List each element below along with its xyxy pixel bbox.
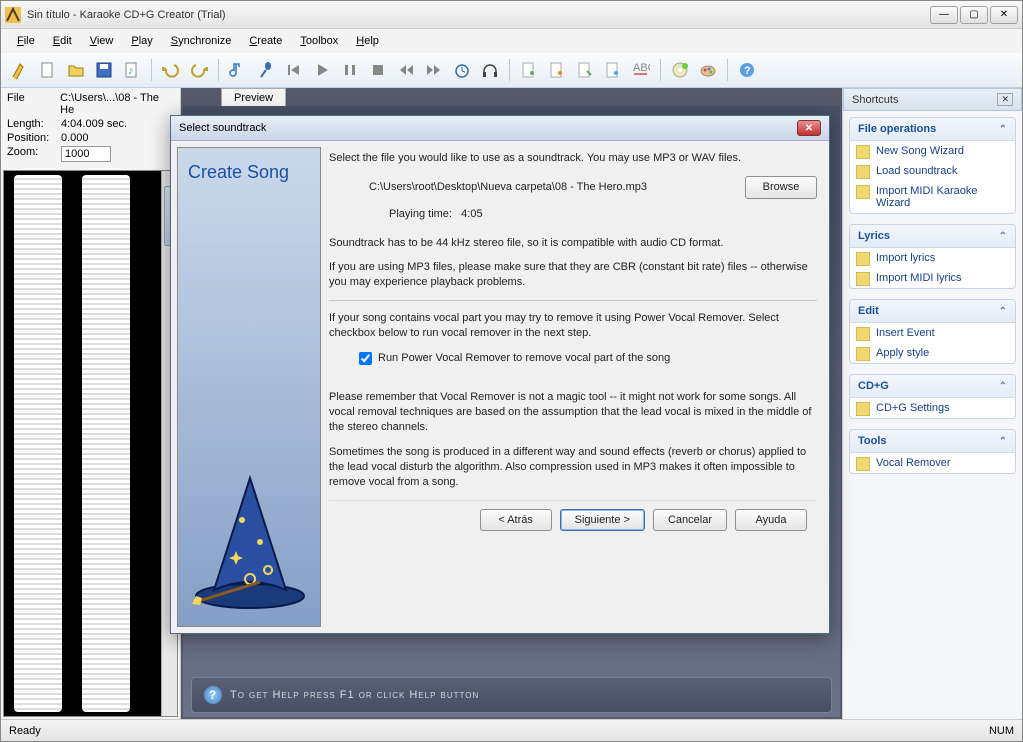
toolbar-disc[interactable]: [667, 57, 693, 83]
svg-text:♪: ♪: [128, 65, 134, 77]
toolbar-prev[interactable]: [393, 57, 419, 83]
toolbar-pause[interactable]: [337, 57, 363, 83]
shortcut-group-cd-g[interactable]: CD+G⌃: [850, 375, 1015, 398]
note-44khz: Soundtrack has to be 44 kHz stereo file,…: [329, 236, 817, 251]
file-value: C:\Users\...\08 - The He: [60, 92, 174, 116]
titlebar: Sin título - Karaoke CD+G Creator (Trial…: [1, 1, 1022, 29]
shortcuts-panel: Shortcuts ✕ File operations⌃New Song Wiz…: [842, 88, 1022, 719]
toolbar-note[interactable]: [225, 57, 251, 83]
vocal-intro: If your song contains vocal part you may…: [329, 311, 817, 341]
status-left: Ready: [9, 725, 41, 737]
run-vocal-remover-checkbox[interactable]: [359, 352, 372, 365]
menu-help[interactable]: Help: [348, 31, 387, 51]
dialog-title: Select soundtrack: [179, 122, 266, 134]
toolbar-next[interactable]: [421, 57, 447, 83]
playing-time-value: 4:05: [461, 208, 482, 220]
shortcut-group-tools[interactable]: Tools⌃: [850, 430, 1015, 453]
playing-time-label: Playing time:: [389, 208, 452, 220]
shortcut-item[interactable]: New Song Wizard: [850, 141, 1015, 161]
soundtrack-path: C:\Users\root\Desktop\Nueva carpeta\08 -…: [369, 180, 735, 195]
statusbar: Ready NUM: [1, 719, 1022, 741]
toolbar-doc-a[interactable]: [516, 57, 542, 83]
back-button[interactable]: < Atrás: [480, 509, 552, 532]
select-soundtrack-dialog: Select soundtrack ✕ Create Song Select t…: [170, 115, 830, 634]
menu-view[interactable]: View: [82, 31, 122, 51]
menubar: File Edit View Play Synchronize Create T…: [1, 29, 1022, 53]
toolbar-open[interactable]: [63, 57, 89, 83]
left-panel: File C:\Users\...\08 - The He Length: 4:04…: [1, 88, 181, 719]
shortcut-item[interactable]: Import MIDI lyrics: [850, 268, 1015, 288]
toolbar-music-file[interactable]: ♪: [119, 57, 145, 83]
minimize-button[interactable]: ―: [930, 6, 958, 24]
close-button[interactable]: ✕: [990, 6, 1018, 24]
menu-file[interactable]: File: [9, 31, 43, 51]
shortcut-item[interactable]: Vocal Remover: [850, 453, 1015, 473]
shortcut-item[interactable]: Apply style: [850, 343, 1015, 363]
shortcuts-close-icon[interactable]: ✕: [997, 93, 1013, 106]
menu-edit[interactable]: Edit: [45, 31, 80, 51]
zoom-label: Zoom:: [7, 146, 53, 162]
run-vocal-remover-label: Run Power Vocal Remover to remove vocal …: [378, 351, 670, 366]
help-icon: ?: [204, 686, 222, 704]
menu-synchronize[interactable]: Synchronize: [163, 31, 240, 51]
shortcut-group-lyrics[interactable]: Lyrics⌃: [850, 225, 1015, 248]
shortcut-group-file-operations[interactable]: File operations⌃: [850, 118, 1015, 141]
toolbar-wizard[interactable]: [7, 57, 33, 83]
dialog-intro: Select the file you would like to use as…: [329, 151, 817, 166]
toolbar-help[interactable]: ?: [734, 57, 760, 83]
help-hint-bar: ? To get Help press F1 or click Help but…: [191, 677, 832, 713]
next-button[interactable]: Siguiente >: [560, 509, 645, 532]
zoom-input[interactable]: [61, 146, 111, 162]
maximize-button[interactable]: ▢: [960, 6, 988, 24]
preview-tab[interactable]: Preview: [221, 88, 286, 107]
shortcut-item[interactable]: Load soundtrack: [850, 161, 1015, 181]
svg-text:?: ?: [744, 65, 751, 77]
wizard-hat-icon: [190, 470, 310, 610]
toolbar-stop[interactable]: [365, 57, 391, 83]
menu-create[interactable]: Create: [241, 31, 290, 51]
shortcut-item[interactable]: Insert Event: [850, 323, 1015, 343]
menu-toolbox[interactable]: Toolbox: [292, 31, 346, 51]
length-value: 4:04.009 sec.: [61, 118, 127, 130]
toolbar-new[interactable]: [35, 57, 61, 83]
position-value: 0.000: [61, 132, 89, 144]
browse-button[interactable]: Browse: [745, 176, 817, 199]
toolbar-doc-c[interactable]: [572, 57, 598, 83]
toolbar-timer[interactable]: [449, 57, 475, 83]
position-label: Position:: [7, 132, 53, 144]
toolbar-play[interactable]: [309, 57, 335, 83]
toolbar-rewind-start[interactable]: [281, 57, 307, 83]
shortcut-item[interactable]: Import lyrics: [850, 248, 1015, 268]
dialog-close-button[interactable]: ✕: [797, 120, 821, 136]
svg-text:ABC: ABC: [633, 62, 650, 74]
toolbar-mic[interactable]: [253, 57, 279, 83]
wizard-sidebar: Create Song: [177, 147, 321, 627]
toolbar-abc[interactable]: ABC: [628, 57, 654, 83]
app-icon: [5, 7, 21, 23]
toolbar: ♪ ABC ?: [1, 53, 1022, 88]
shortcut-group-edit[interactable]: Edit⌃: [850, 300, 1015, 323]
cancel-button[interactable]: Cancelar: [653, 509, 727, 532]
toolbar-doc-b[interactable]: [544, 57, 570, 83]
shortcut-item[interactable]: Import MIDI Karaoke Wizard: [850, 181, 1015, 213]
window-title: Sin título - Karaoke CD+G Creator (Trial…: [27, 9, 930, 21]
vocal-warn-2: Sometimes the song is produced in a diff…: [329, 445, 817, 490]
toolbar-doc-d[interactable]: [600, 57, 626, 83]
toolbar-redo[interactable]: [186, 57, 212, 83]
toolbar-save[interactable]: [91, 57, 117, 83]
vocal-warn-1: Please remember that Vocal Remover is no…: [329, 390, 817, 435]
toolbar-palette[interactable]: [695, 57, 721, 83]
shortcuts-title: Shortcuts: [852, 94, 898, 106]
status-right: NUM: [989, 725, 1014, 737]
help-button[interactable]: Ayuda: [735, 509, 807, 532]
menu-play[interactable]: Play: [123, 31, 160, 51]
note-cbr: If you are using MP3 files, please make …: [329, 260, 817, 290]
toolbar-headphones[interactable]: [477, 57, 503, 83]
toolbar-undo[interactable]: [158, 57, 184, 83]
shortcut-item[interactable]: CD+G Settings: [850, 398, 1015, 418]
file-label: File: [7, 92, 52, 116]
waveform-view[interactable]: [3, 170, 178, 717]
length-label: Length:: [7, 118, 53, 130]
